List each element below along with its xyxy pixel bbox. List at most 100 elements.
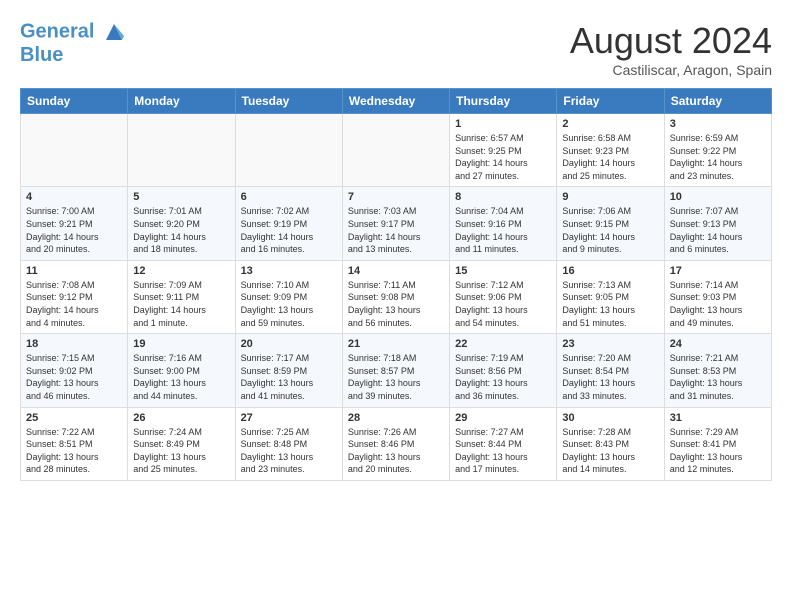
day-header-saturday: Saturday (664, 89, 771, 114)
day-info: Sunrise: 7:12 AM Sunset: 9:06 PM Dayligh… (455, 279, 551, 329)
calendar-day: 18 Sunrise: 7:15 AM Sunset: 9:02 PM Dayli… (21, 334, 128, 407)
calendar-day: 12 Sunrise: 7:09 AM Sunset: 9:11 PM Dayli… (128, 260, 235, 333)
day-number: 20 (241, 338, 337, 350)
day-info: Sunrise: 7:03 AM Sunset: 9:17 PM Dayligh… (348, 205, 444, 255)
calendar-week-1: 1 Sunrise: 6:57 AM Sunset: 9:25 PM Daylig… (21, 114, 772, 187)
calendar-day: 21Sunrise: 7:18 AM Sunset: 8:57 PM Dayli… (342, 334, 449, 407)
calendar-day: 16 Sunrise: 7:13 AM Sunset: 9:05 PM Dayli… (557, 260, 664, 333)
calendar-day: 19Sunrise: 7:16 AM Sunset: 9:00 PM Dayli… (128, 334, 235, 407)
day-header-thursday: Thursday (450, 89, 557, 114)
day-info: Sunrise: 7:10 AM Sunset: 9:09 PM Dayligh… (241, 279, 337, 329)
day-info: Sunrise: 7:20 AM Sunset: 8:54 PM Dayligh… (562, 352, 658, 402)
day-info: Sunrise: 7:07 AM Sunset: 9:13 PM Dayligh… (670, 205, 766, 255)
day-number: 30 (562, 412, 658, 424)
day-number: 10 (670, 191, 766, 203)
calendar-day: 9Sunrise: 7:06 AM Sunset: 9:15 PM Daylig… (557, 187, 664, 260)
calendar-day: 23 Sunrise: 7:20 AM Sunset: 8:54 PM Dayli… (557, 334, 664, 407)
calendar-day: 25Sunrise: 7:22 AM Sunset: 8:51 PM Dayli… (21, 407, 128, 480)
day-number: 18 (26, 338, 122, 350)
day-number: 29 (455, 412, 551, 424)
month-title: August 2024 (570, 20, 772, 62)
calendar-day (21, 114, 128, 187)
day-info: Sunrise: 7:15 AM Sunset: 9:02 PM Dayligh… (26, 352, 122, 402)
calendar-day: 15Sunrise: 7:12 AM Sunset: 9:06 PM Dayli… (450, 260, 557, 333)
calendar-day: 26Sunrise: 7:24 AM Sunset: 8:49 PM Dayli… (128, 407, 235, 480)
day-number: 3 (670, 118, 766, 130)
day-number: 11 (26, 265, 122, 277)
day-info: Sunrise: 6:57 AM Sunset: 9:25 PM Dayligh… (455, 132, 551, 182)
day-number: 5 (133, 191, 229, 203)
calendar-day: 11 Sunrise: 7:08 AM Sunset: 9:12 PM Dayli… (21, 260, 128, 333)
calendar-day: 14Sunrise: 7:11 AM Sunset: 9:08 PM Dayli… (342, 260, 449, 333)
calendar-day: 22Sunrise: 7:19 AM Sunset: 8:56 PM Dayli… (450, 334, 557, 407)
calendar-day (235, 114, 342, 187)
calendar-day: 4 Sunrise: 7:00 AM Sunset: 9:21 PM Daylig… (21, 187, 128, 260)
calendar-day: 24 Sunrise: 7:21 AM Sunset: 8:53 PM Dayli… (664, 334, 771, 407)
calendar-day: 31 Sunrise: 7:29 AM Sunset: 8:41 PM Dayli… (664, 407, 771, 480)
day-info: Sunrise: 7:00 AM Sunset: 9:21 PM Dayligh… (26, 205, 122, 255)
calendar-week-4: 18 Sunrise: 7:15 AM Sunset: 9:02 PM Dayli… (21, 334, 772, 407)
day-info: Sunrise: 7:16 AM Sunset: 9:00 PM Dayligh… (133, 352, 229, 402)
day-number: 27 (241, 412, 337, 424)
calendar-day: 29 Sunrise: 7:27 AM Sunset: 8:44 PM Dayli… (450, 407, 557, 480)
calendar-week-2: 4 Sunrise: 7:00 AM Sunset: 9:21 PM Daylig… (21, 187, 772, 260)
day-info: Sunrise: 7:25 AM Sunset: 8:48 PM Dayligh… (241, 426, 337, 476)
day-info: Sunrise: 7:04 AM Sunset: 9:16 PM Dayligh… (455, 205, 551, 255)
logo: General Blue (20, 20, 126, 66)
calendar-day: 5Sunrise: 7:01 AM Sunset: 9:20 PM Daylig… (128, 187, 235, 260)
day-info: Sunrise: 7:29 AM Sunset: 8:41 PM Dayligh… (670, 426, 766, 476)
calendar-day: 8 Sunrise: 7:04 AM Sunset: 9:16 PM Daylig… (450, 187, 557, 260)
day-number: 31 (670, 412, 766, 424)
day-info: Sunrise: 7:09 AM Sunset: 9:11 PM Dayligh… (133, 279, 229, 329)
calendar-day: 17 Sunrise: 7:14 AM Sunset: 9:03 PM Dayli… (664, 260, 771, 333)
day-info: Sunrise: 7:27 AM Sunset: 8:44 PM Dayligh… (455, 426, 551, 476)
day-number: 8 (455, 191, 551, 203)
day-number: 1 (455, 118, 551, 130)
calendar-day: 30 Sunrise: 7:28 AM Sunset: 8:43 PM Dayli… (557, 407, 664, 480)
day-header-tuesday: Tuesday (235, 89, 342, 114)
day-number: 6 (241, 191, 337, 203)
day-number: 13 (241, 265, 337, 277)
day-number: 26 (133, 412, 229, 424)
location: Castiliscar, Aragon, Spain (570, 62, 772, 78)
day-number: 28 (348, 412, 444, 424)
day-header-wednesday: Wednesday (342, 89, 449, 114)
day-info: Sunrise: 7:02 AM Sunset: 9:19 PM Dayligh… (241, 205, 337, 255)
day-number: 7 (348, 191, 444, 203)
calendar-day: 27 Sunrise: 7:25 AM Sunset: 8:48 PM Dayli… (235, 407, 342, 480)
day-info: Sunrise: 7:21 AM Sunset: 8:53 PM Dayligh… (670, 352, 766, 402)
page-header: General Blue August 2024 Castiliscar, Ar… (20, 20, 772, 78)
day-info: Sunrise: 7:26 AM Sunset: 8:46 PM Dayligh… (348, 426, 444, 476)
day-number: 24 (670, 338, 766, 350)
logo-text: General (20, 20, 126, 44)
calendar-day: 6 Sunrise: 7:02 AM Sunset: 9:19 PM Daylig… (235, 187, 342, 260)
calendar-day (128, 114, 235, 187)
day-header-monday: Monday (128, 89, 235, 114)
day-number: 23 (562, 338, 658, 350)
day-info: Sunrise: 7:06 AM Sunset: 9:15 PM Dayligh… (562, 205, 658, 255)
day-header-sunday: Sunday (21, 89, 128, 114)
day-number: 16 (562, 265, 658, 277)
calendar-day (342, 114, 449, 187)
day-number: 17 (670, 265, 766, 277)
day-info: Sunrise: 7:08 AM Sunset: 9:12 PM Dayligh… (26, 279, 122, 329)
logo-blue-text: Blue (20, 44, 126, 66)
calendar-day: 20Sunrise: 7:17 AM Sunset: 8:59 PM Dayli… (235, 334, 342, 407)
day-number: 22 (455, 338, 551, 350)
day-info: Sunrise: 7:14 AM Sunset: 9:03 PM Dayligh… (670, 279, 766, 329)
calendar-day: 1 Sunrise: 6:57 AM Sunset: 9:25 PM Daylig… (450, 114, 557, 187)
day-info: Sunrise: 7:13 AM Sunset: 9:05 PM Dayligh… (562, 279, 658, 329)
calendar-day: 2Sunrise: 6:58 AM Sunset: 9:23 PM Daylig… (557, 114, 664, 187)
day-info: Sunrise: 7:18 AM Sunset: 8:57 PM Dayligh… (348, 352, 444, 402)
calendar-day: 13 Sunrise: 7:10 AM Sunset: 9:09 PM Dayli… (235, 260, 342, 333)
calendar-week-5: 25Sunrise: 7:22 AM Sunset: 8:51 PM Dayli… (21, 407, 772, 480)
day-number: 2 (562, 118, 658, 130)
day-number: 12 (133, 265, 229, 277)
calendar-table: SundayMondayTuesdayWednesdayThursdayFrid… (20, 88, 772, 481)
day-header-friday: Friday (557, 89, 664, 114)
day-number: 4 (26, 191, 122, 203)
calendar-week-3: 11 Sunrise: 7:08 AM Sunset: 9:12 PM Dayli… (21, 260, 772, 333)
day-info: Sunrise: 6:59 AM Sunset: 9:22 PM Dayligh… (670, 132, 766, 182)
day-info: Sunrise: 7:28 AM Sunset: 8:43 PM Dayligh… (562, 426, 658, 476)
day-number: 25 (26, 412, 122, 424)
